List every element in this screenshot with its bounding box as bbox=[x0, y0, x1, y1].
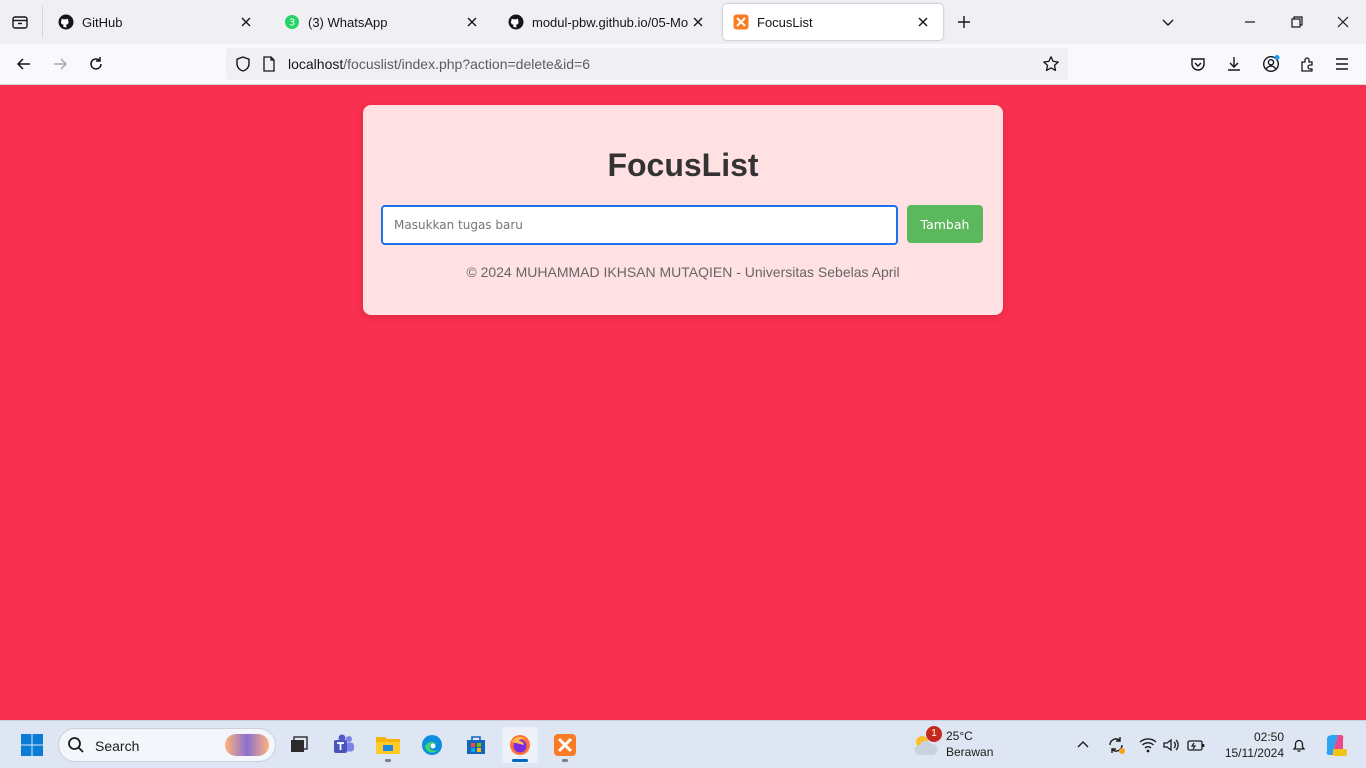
page-title: FocusList bbox=[607, 147, 759, 183]
wifi-icon[interactable] bbox=[1136, 733, 1160, 757]
back-arrow-icon[interactable] bbox=[10, 50, 38, 78]
chevron-down-icon[interactable] bbox=[1150, 6, 1186, 38]
xampp-icon bbox=[733, 14, 749, 30]
svg-text:3: 3 bbox=[289, 18, 295, 29]
tab-github[interactable]: GitHub bbox=[48, 4, 266, 40]
task-view-icon[interactable] bbox=[281, 727, 317, 763]
url-path: /focuslist/index.php?action=delete&id=6 bbox=[343, 56, 590, 72]
edge-icon[interactable] bbox=[414, 727, 450, 763]
weather-widget[interactable]: 1 25°C Berawan bbox=[910, 726, 1010, 763]
notification-bell-icon[interactable] bbox=[1287, 733, 1311, 757]
system-clock[interactable]: 02:50 15/11/2024 bbox=[1210, 729, 1284, 761]
close-tab-icon[interactable] bbox=[688, 12, 708, 32]
weather-notification-badge: 1 bbox=[926, 726, 942, 742]
tab-separator bbox=[42, 6, 43, 38]
search-highlight-icon bbox=[225, 734, 269, 756]
focuslist-card: FocusList Tambah © 2024 MUHAMMAD IKHSAN … bbox=[363, 105, 1003, 315]
github-icon bbox=[58, 14, 74, 30]
close-window-icon[interactable] bbox=[1325, 6, 1361, 38]
windows-start-icon[interactable] bbox=[14, 727, 50, 763]
add-task-button[interactable]: Tambah bbox=[907, 205, 983, 243]
page-info-icon[interactable] bbox=[262, 56, 276, 77]
restore-icon[interactable] bbox=[1279, 6, 1315, 38]
copilot-icon[interactable] bbox=[1322, 732, 1348, 758]
search-icon bbox=[67, 736, 85, 759]
show-hidden-icons-chevron-icon[interactable] bbox=[1071, 733, 1095, 757]
volume-icon[interactable] bbox=[1159, 733, 1183, 757]
sync-icon[interactable] bbox=[1104, 733, 1128, 757]
account-icon[interactable] bbox=[1257, 50, 1285, 78]
close-tab-icon[interactable] bbox=[913, 12, 933, 32]
pocket-icon[interactable] bbox=[1184, 50, 1212, 78]
running-indicator bbox=[562, 759, 568, 762]
extensions-icon[interactable] bbox=[1293, 50, 1321, 78]
whatsapp-icon: 3 bbox=[284, 14, 300, 30]
xampp-icon[interactable] bbox=[547, 727, 583, 763]
clock-date: 15/11/2024 bbox=[1224, 746, 1284, 760]
weather-condition: Berawan bbox=[946, 745, 994, 759]
tab-strip: GitHub 3 (3) WhatsApp modul-pbw.github.i… bbox=[0, 0, 1366, 44]
reload-icon[interactable] bbox=[82, 50, 110, 78]
search-label: Search bbox=[95, 738, 140, 754]
url-host: localhost bbox=[288, 56, 344, 72]
tab-focuslist[interactable]: FocusList bbox=[723, 4, 943, 40]
downloads-icon[interactable] bbox=[1220, 50, 1248, 78]
tab-whatsapp[interactable]: 3 (3) WhatsApp bbox=[274, 4, 492, 40]
microsoft-store-icon[interactable] bbox=[458, 727, 494, 763]
list-all-tabs-icon[interactable] bbox=[6, 8, 34, 36]
close-tab-icon[interactable] bbox=[462, 12, 482, 32]
minimize-icon[interactable] bbox=[1232, 6, 1268, 38]
address-bar[interactable]: localhost/focuslist/index.php?action=del… bbox=[226, 48, 1068, 80]
firefox-icon[interactable] bbox=[502, 727, 538, 763]
tab-title: GitHub bbox=[82, 14, 123, 30]
running-indicator bbox=[385, 759, 391, 762]
tab-title: FocusList bbox=[757, 14, 813, 30]
navigation-toolbar: localhost/focuslist/index.php?action=del… bbox=[0, 44, 1366, 85]
menu-hamburger-icon[interactable] bbox=[1328, 50, 1356, 78]
teams-icon[interactable] bbox=[326, 727, 362, 763]
page-viewport: FocusList Tambah © 2024 MUHAMMAD IKHSAN … bbox=[0, 85, 1366, 720]
new-tab-icon[interactable] bbox=[952, 10, 976, 34]
file-explorer-icon[interactable] bbox=[370, 727, 406, 763]
taskbar-search-box[interactable]: Search bbox=[58, 728, 276, 762]
url-text[interactable]: localhost/focuslist/index.php?action=del… bbox=[288, 56, 590, 72]
tab-title: modul-pbw.github.io/05-Modul bbox=[532, 14, 688, 30]
weather-temperature: 25°C bbox=[946, 729, 973, 743]
windows-taskbar: Search 1 25°C Berawan 02:50 15/11/2024 bbox=[0, 720, 1366, 768]
bookmark-star-icon[interactable] bbox=[1042, 55, 1060, 78]
forward-arrow-icon[interactable] bbox=[46, 50, 74, 78]
tab-modul-pbw[interactable]: modul-pbw.github.io/05-Modul bbox=[498, 4, 718, 40]
battery-icon[interactable] bbox=[1184, 733, 1208, 757]
close-tab-icon[interactable] bbox=[236, 12, 256, 32]
github-icon bbox=[508, 14, 524, 30]
tab-title: (3) WhatsApp bbox=[308, 14, 388, 30]
clock-time: 02:50 bbox=[1253, 730, 1284, 744]
active-indicator bbox=[512, 759, 528, 762]
tracking-protection-shield-icon[interactable] bbox=[234, 55, 252, 78]
copyright-footer: © 2024 MUHAMMAD IKHSAN MUTAQIEN - Univer… bbox=[466, 264, 900, 280]
new-task-input[interactable] bbox=[381, 205, 898, 245]
